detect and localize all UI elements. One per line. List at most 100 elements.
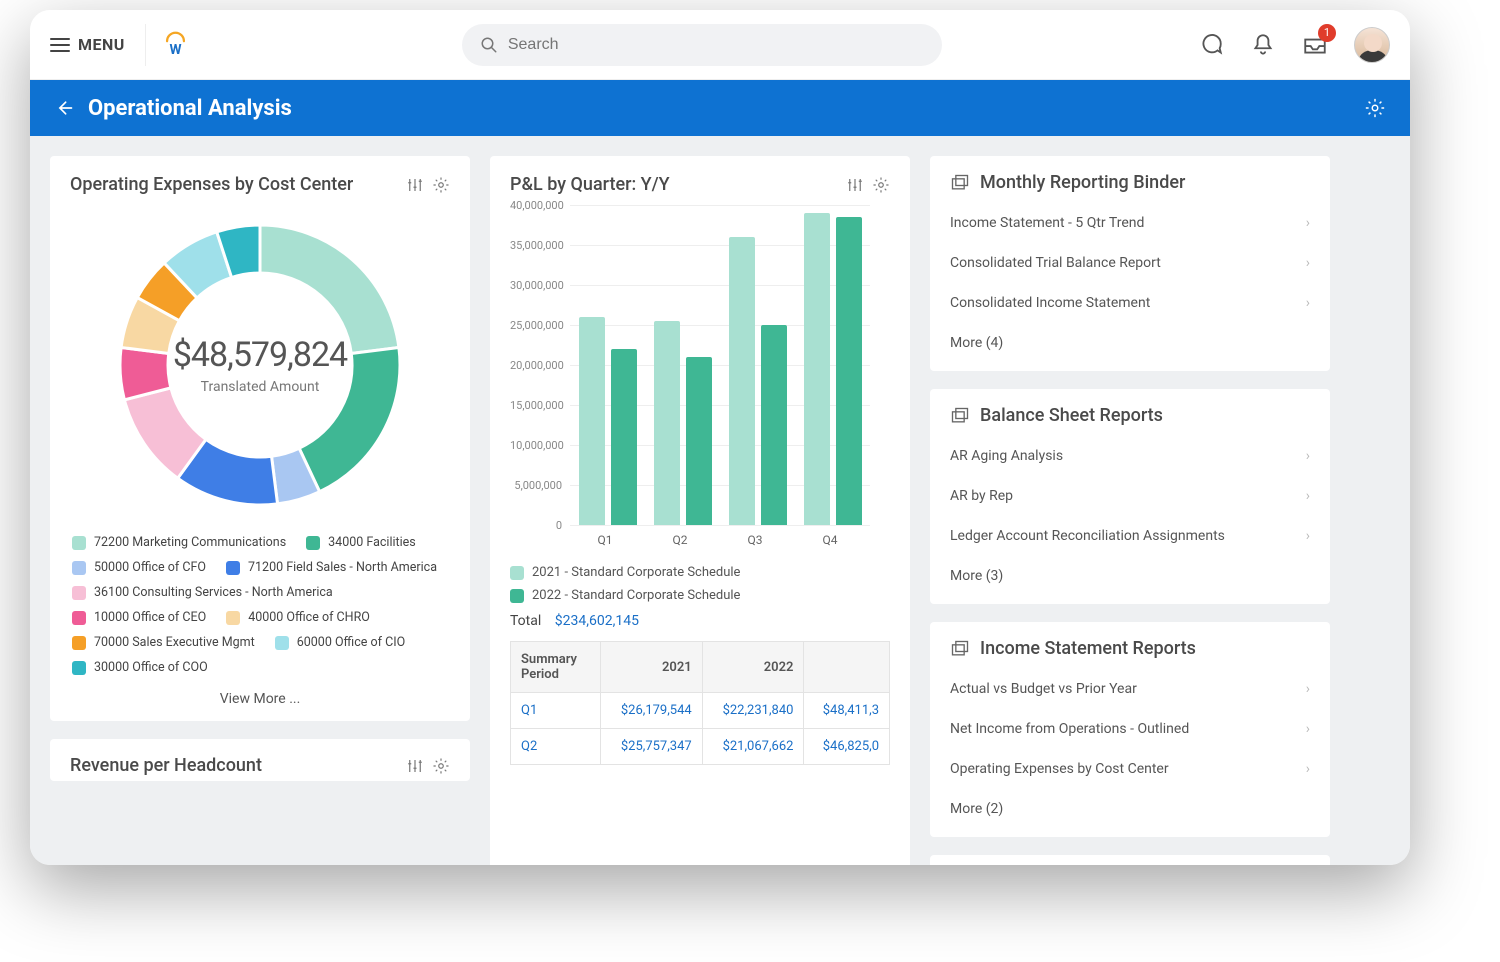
search-input[interactable]	[498, 36, 924, 54]
search-bar[interactable]	[462, 24, 942, 66]
panel-row-label: Ledger Account Reconciliation Assignment…	[950, 528, 1225, 544]
total-label: Total	[510, 613, 541, 629]
bar[interactable]	[611, 349, 637, 525]
table-cell[interactable]: Q2	[511, 729, 601, 765]
panel-row[interactable]: Ledger Account Reconciliation Assignment…	[950, 516, 1310, 556]
chevron-right-icon: ›	[1306, 255, 1310, 271]
legend-label: 40000 Office of CHRO	[248, 610, 370, 625]
table-cell[interactable]: $46,825,0	[804, 729, 890, 765]
panel-row[interactable]: AR Aging Analysis›	[950, 436, 1310, 476]
panel-row[interactable]: Income Statement - 5 Qtr Trend›	[950, 203, 1310, 243]
gear-icon[interactable]	[432, 757, 450, 775]
stack-icon	[950, 173, 970, 193]
table-cell[interactable]: $48,411,3	[804, 693, 890, 729]
legend-label: 10000 Office of CEO	[94, 610, 206, 625]
inbox-icon[interactable]: 1	[1302, 32, 1328, 58]
legend-item[interactable]: 2022 - Standard Corporate Schedule	[510, 588, 890, 603]
chevron-right-icon: ›	[1306, 215, 1310, 231]
card-title: Operating Expenses by Cost Center	[70, 174, 353, 195]
donut-center: $48,579,824 Translated Amount	[100, 205, 420, 525]
donut-chart[interactable]: $48,579,824 Translated Amount	[100, 205, 420, 525]
panel-more[interactable]: More (4)	[950, 323, 1310, 363]
stack-icon	[950, 639, 970, 659]
panel-row-label: Actual vs Budget vs Prior Year	[950, 681, 1137, 697]
bar[interactable]	[686, 357, 712, 525]
gear-icon[interactable]	[432, 176, 450, 194]
menu-button[interactable]: MENU	[50, 35, 125, 54]
panel-row[interactable]: Operating Expenses by Cost Center ›	[950, 749, 1310, 789]
panel-row[interactable]: Net Income from Operations - Outlined›	[950, 709, 1310, 749]
legend-swatch	[510, 566, 524, 580]
panel-row[interactable]: Consolidated Trial Balance Report›	[950, 243, 1310, 283]
donut-total-label: Translated Amount	[201, 379, 320, 395]
sliders-icon[interactable]	[406, 757, 424, 775]
bar[interactable]	[761, 325, 787, 525]
view-more-link[interactable]: View More ...	[70, 691, 450, 707]
table-cell[interactable]: $21,067,662	[702, 729, 804, 765]
workday-logo-icon: W	[164, 30, 187, 60]
legend-item[interactable]: 36100 Consulting Services - North Americ…	[72, 585, 333, 600]
sliders-icon[interactable]	[846, 176, 864, 194]
chevron-right-icon: ›	[1306, 761, 1310, 777]
chevron-right-icon: ›	[1306, 488, 1310, 504]
bar[interactable]	[729, 237, 755, 525]
card-supplier-spend: Supplier Spend by Category	[930, 855, 1330, 865]
chat-icon[interactable]	[1198, 32, 1224, 58]
card-title: Revenue per Headcount	[70, 755, 262, 776]
panel-row[interactable]: AR by Rep›	[950, 476, 1310, 516]
settings-gear-icon[interactable]	[1364, 97, 1386, 119]
legend-label: 2021 - Standard Corporate Schedule	[532, 565, 740, 580]
legend-label: 72200 Marketing Communications	[94, 535, 286, 550]
legend-swatch	[72, 611, 86, 625]
legend-label: 50000 Office of CFO	[94, 560, 206, 575]
table-cell[interactable]: $26,179,544	[601, 693, 703, 729]
legend-item[interactable]: 30000 Office of COO	[72, 660, 208, 675]
table-cell[interactable]: $25,757,347	[601, 729, 703, 765]
table-header	[804, 642, 890, 693]
table-row[interactable]: Q2$25,757,347$21,067,662$46,825,0	[511, 729, 890, 765]
legend-label: 34000 Facilities	[328, 535, 416, 550]
bar-legend: 2021 - Standard Corporate Schedule 2022 -…	[510, 565, 890, 603]
legend-item[interactable]: 60000 Office of CIO	[275, 635, 405, 650]
table-row[interactable]: Q1$26,179,544$22,231,840$48,411,3	[511, 693, 890, 729]
panel-more[interactable]: More (3)	[950, 556, 1310, 596]
legend-swatch	[275, 636, 289, 650]
table-cell[interactable]: Q1	[511, 693, 601, 729]
panel-row-label: Operating Expenses by Cost Center	[950, 761, 1169, 777]
panel-row-label: AR Aging Analysis	[950, 448, 1063, 464]
bar[interactable]	[804, 213, 830, 525]
panel-row[interactable]: Actual vs Budget vs Prior Year ›	[950, 669, 1310, 709]
panel-more[interactable]: More (2)	[950, 789, 1310, 829]
bar-chart[interactable]: 05,000,00010,000,00015,000,00020,000,000…	[510, 205, 870, 555]
bar[interactable]	[836, 217, 862, 525]
legend-item[interactable]: 10000 Office of CEO	[72, 610, 206, 625]
panel-row[interactable]: Consolidated Income Statement›	[950, 283, 1310, 323]
gear-icon[interactable]	[872, 176, 890, 194]
legend-item[interactable]: 34000 Facilities	[306, 535, 416, 550]
legend-item[interactable]: 50000 Office of CFO	[72, 560, 206, 575]
brand-logo[interactable]: W	[145, 24, 187, 66]
chevron-right-icon: ›	[1306, 528, 1310, 544]
hamburger-icon	[50, 38, 70, 52]
legend-swatch	[72, 586, 86, 600]
panel-balance-sheet: Balance Sheet Reports AR Aging Analysis›…	[930, 389, 1330, 604]
avatar[interactable]	[1354, 27, 1390, 63]
chevron-right-icon: ›	[1306, 721, 1310, 737]
notification-badge: 1	[1318, 24, 1336, 42]
legend-item[interactable]: 40000 Office of CHRO	[226, 610, 370, 625]
back-arrow-icon[interactable]	[54, 98, 74, 118]
legend-item[interactable]: 71200 Field Sales - North America	[226, 560, 437, 575]
bar[interactable]	[654, 321, 680, 525]
sliders-icon[interactable]	[406, 176, 424, 194]
legend-item[interactable]: 70000 Sales Executive Mgmt	[72, 635, 255, 650]
table-cell[interactable]: $22,231,840	[702, 693, 804, 729]
bell-icon[interactable]	[1250, 32, 1276, 58]
chevron-right-icon: ›	[1306, 681, 1310, 697]
legend-item[interactable]: 72200 Marketing Communications	[72, 535, 286, 550]
total-value[interactable]: $234,602,145	[555, 613, 639, 629]
legend-swatch	[72, 636, 86, 650]
total-line: Total $234,602,145	[510, 613, 890, 629]
bar[interactable]	[579, 317, 605, 525]
panel-row-label: Consolidated Income Statement	[950, 295, 1150, 311]
legend-item[interactable]: 2021 - Standard Corporate Schedule	[510, 565, 890, 580]
